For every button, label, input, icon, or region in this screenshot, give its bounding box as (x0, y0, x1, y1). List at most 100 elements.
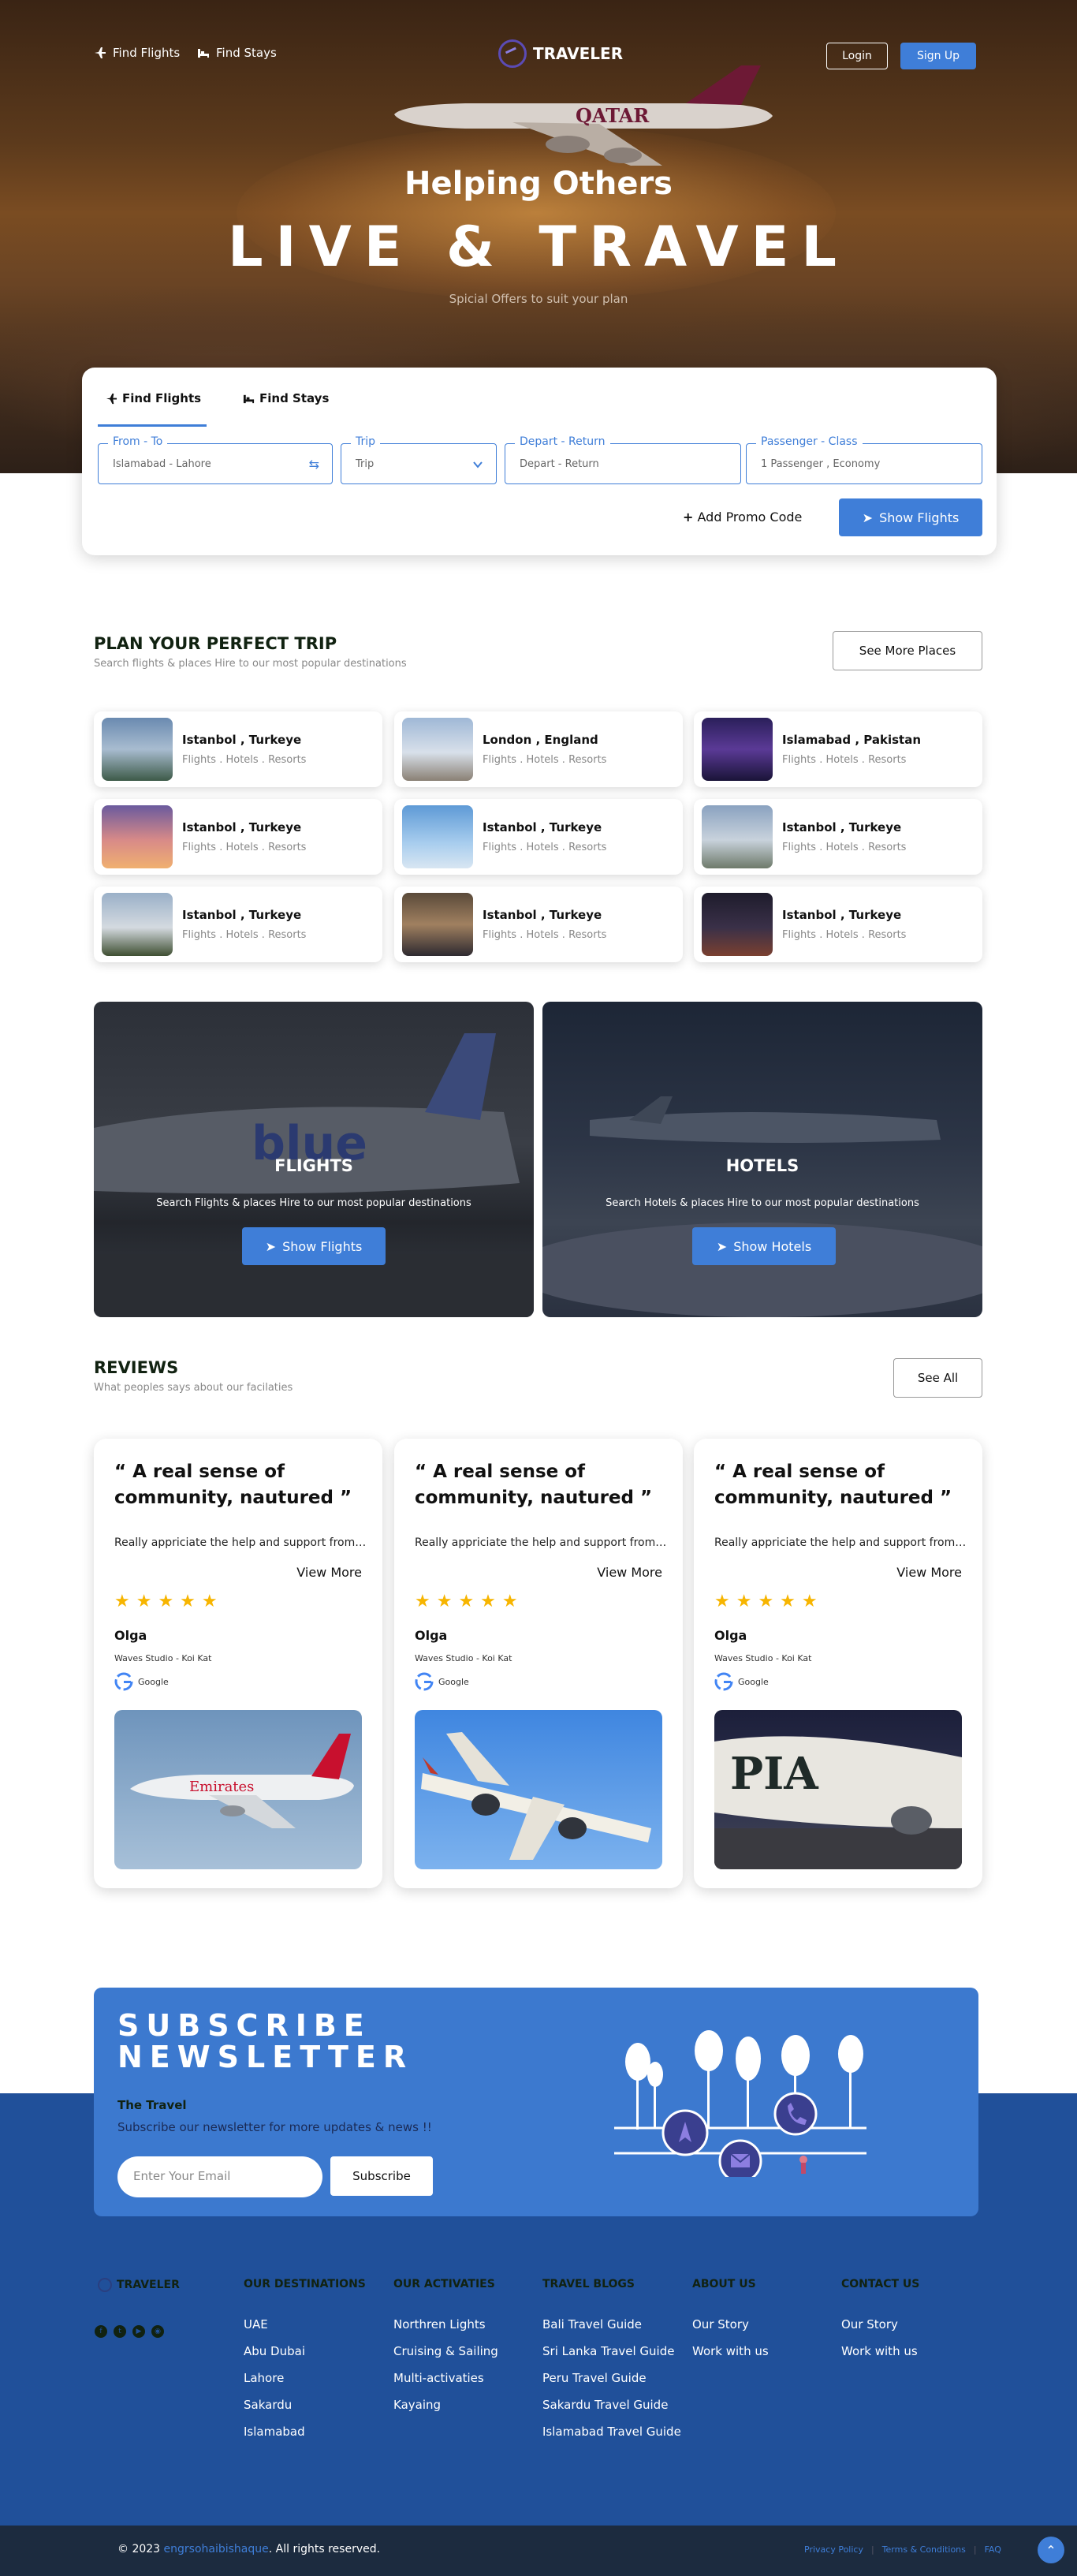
footer-link[interactable]: UAE (244, 2317, 366, 2331)
review-quote: “ A real sense of community, nautured ” (714, 1462, 952, 1508)
destination-card[interactable]: Istanbol , Turkeye Flights . Hotels . Re… (694, 799, 982, 875)
see-all-reviews-button[interactable]: See All (893, 1358, 982, 1398)
destination-name: Istanbol , Turkeye (182, 820, 302, 834)
footer-link[interactable]: Bali Travel Guide (542, 2317, 681, 2331)
show-flights-button[interactable]: ➤ Show Flights (839, 498, 982, 536)
footer-link[interactable]: Our Story (692, 2317, 769, 2331)
footer-link[interactable]: Work with us (692, 2344, 769, 2358)
footer-column-blogs: TRAVEL BLOGS Bali Travel Guide Sri Lanka… (542, 2278, 681, 2451)
review-photo: Emirates (114, 1710, 362, 1869)
destination-card[interactable]: Istanbol , Turkeye Flights . Hotels . Re… (94, 711, 382, 787)
trip-select[interactable]: Trip Trip (341, 435, 497, 484)
footer-link[interactable]: Northren Lights (393, 2317, 498, 2331)
promo-show-flights-button[interactable]: ➤ Show Flights (242, 1227, 386, 1265)
view-more-link[interactable]: View More (597, 1565, 662, 1580)
destination-card[interactable]: Istanbol , Turkeye Flights . Hotels . Re… (94, 799, 382, 875)
footer-link[interactable]: Islamabad Travel Guide (542, 2425, 681, 2439)
newsletter-heading: The Travel (117, 2098, 187, 2112)
swap-icon[interactable]: ⇆ (309, 457, 319, 472)
facebook-icon[interactable]: f (95, 2325, 107, 2338)
copyright-author-link[interactable]: engrsohaibishaque (164, 2543, 269, 2555)
review-text: Really appriciate the help and support f… (415, 1536, 667, 1549)
footer-link[interactable]: Sakardu Travel Guide (542, 2398, 681, 2412)
footer-column-destinations: OUR DESTINATIONS UAE Abu Dubai Lahore Sa… (244, 2278, 366, 2451)
see-more-places-button[interactable]: See More Places (833, 631, 982, 670)
footer-link[interactable]: Abu Dubai (244, 2344, 366, 2358)
faq-link[interactable]: FAQ (985, 2544, 1001, 2555)
footer-link[interactable]: Kayaing (393, 2398, 498, 2412)
scroll-to-top-button[interactable]: ⌃ (1038, 2537, 1064, 2563)
footer-link[interactable]: Our Story (841, 2317, 919, 2331)
destination-photo (702, 893, 773, 956)
footer-link[interactable]: Cruising & Sailing (393, 2344, 498, 2358)
youtube-icon[interactable]: ▶ (132, 2325, 145, 2338)
destination-card[interactable]: Istanbol , Turkeye Flights . Hotels . Re… (394, 799, 683, 875)
star-rating: ★★★★★ (114, 1592, 224, 1611)
footer-brand-name: TRAVELER (117, 2279, 180, 2291)
view-more-link[interactable]: View More (296, 1565, 362, 1580)
footer-link[interactable]: Multi-activaties (393, 2371, 498, 2385)
from-to-field[interactable]: From - To Islamabad - Lahore ⇆ (98, 435, 333, 484)
review-source: Google (415, 1672, 469, 1691)
hotels-promo-subtitle: Search Hotels & places Hire to our most … (606, 1197, 919, 1209)
footer-link[interactable]: Sri Lanka Travel Guide (542, 2344, 681, 2358)
login-button[interactable]: Login (826, 43, 888, 69)
review-card: “ A real sense of community, nautured ” … (394, 1439, 683, 1888)
review-company: Waves Studio - Koi Kat (114, 1653, 212, 1663)
destination-types: Flights . Hotels . Resorts (782, 842, 907, 853)
newsletter-email-input[interactable]: Enter Your Email (117, 2156, 322, 2197)
footer-link[interactable]: Islamabad (244, 2425, 366, 2439)
nav-find-flights[interactable]: Find Flights (94, 46, 180, 60)
legal-links: Privacy Policy | Terms & Conditions | FAQ (804, 2544, 1001, 2555)
hero-airplane-image: QATAR (394, 65, 773, 166)
subscribe-button[interactable]: Subscribe (330, 2156, 433, 2196)
destination-name: London , England (483, 733, 598, 747)
destination-card[interactable]: Istanbol , Turkeye Flights . Hotels . Re… (94, 887, 382, 962)
destination-photo (702, 718, 773, 781)
destination-card[interactable]: Istanbol , Turkeye Flights . Hotels . Re… (394, 887, 683, 962)
separator: | (973, 2544, 977, 2555)
instagram-icon[interactable]: ◉ (151, 2325, 164, 2338)
footer-link[interactable]: Peru Travel Guide (542, 2371, 681, 2385)
review-text: Really appriciate the help and support f… (114, 1536, 367, 1549)
tab-find-stays[interactable]: Find Stays (243, 391, 329, 405)
add-promo-code-button[interactable]: + Add Promo Code (683, 510, 802, 525)
destination-card[interactable]: Istanbol , Turkeye Flights . Hotels . Re… (694, 887, 982, 962)
footer-column-title: ABOUT US (692, 2278, 756, 2290)
nav-find-stays[interactable]: Find Stays (197, 46, 277, 60)
destination-photo (102, 893, 173, 956)
copyright: © 2023 engrsohaibishaque. All rights res… (117, 2543, 380, 2555)
tab-find-stays-label: Find Stays (259, 391, 330, 405)
footer-logo[interactable]: TRAVELER (98, 2278, 180, 2292)
newsletter-title-line1: SUBSCRIBE (117, 2008, 371, 2043)
review-quote: “ A real sense of community, nautured ” (415, 1462, 653, 1508)
add-promo-code-label: Add Promo Code (697, 510, 803, 525)
terms-link[interactable]: Terms & Conditions (882, 2544, 966, 2555)
depart-return-field[interactable]: Depart - Return Depart - Return (505, 435, 741, 484)
destination-types: Flights . Hotels . Resorts (483, 842, 607, 853)
privacy-policy-link[interactable]: Privacy Policy (804, 2544, 863, 2555)
tab-find-flights[interactable]: Find Flights (106, 391, 201, 405)
brand-logo[interactable]: TRAVELER (498, 39, 623, 68)
destination-card[interactable]: Islamabad , Pakistan Flights . Hotels . … (694, 711, 982, 787)
airplane-icon (106, 393, 117, 404)
promo-show-hotels-button[interactable]: ➤ Show Hotels (692, 1227, 836, 1265)
destination-photo (402, 805, 473, 868)
footer-column-activities: OUR ACTIVATIES Northren Lights Cruising … (393, 2278, 498, 2425)
newsletter-card: SUBSCRIBE NEWSLETTER The Travel Subscrib… (94, 1988, 978, 2216)
view-more-link[interactable]: View More (896, 1565, 962, 1580)
reviews-section-subtitle: What peoples says about our facilaties (94, 1382, 293, 1394)
footer-link[interactable]: Work with us (841, 2344, 919, 2358)
twitter-icon[interactable]: t (114, 2325, 126, 2338)
bed-icon (243, 394, 255, 403)
social-links: f t ▶ ◉ (95, 2325, 164, 2338)
paper-plane-icon: ➤ (265, 1238, 277, 1254)
destination-card[interactable]: London , England Flights . Hotels . Reso… (394, 711, 683, 787)
destination-photo (702, 805, 773, 868)
footer-link[interactable]: Lahore (244, 2371, 366, 2385)
passenger-class-field[interactable]: Passenger - Class 1 Passenger , Economy (746, 435, 982, 484)
review-photo-livery: PIA (730, 1748, 819, 1800)
star-rating: ★★★★★ (714, 1592, 824, 1611)
footer-link[interactable]: Sakardu (244, 2398, 366, 2412)
signup-button[interactable]: Sign Up (900, 43, 976, 69)
